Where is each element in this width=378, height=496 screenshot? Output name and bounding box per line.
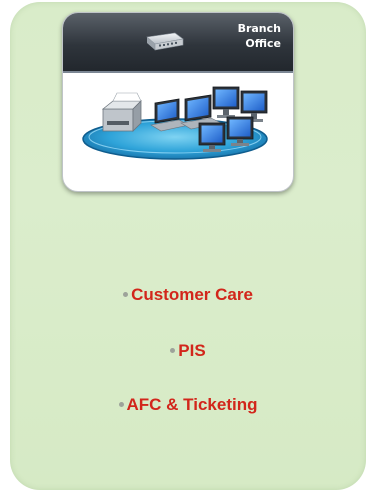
card-title: Branch Office [237,22,281,50]
branch-office-card: Branch Office [62,12,294,192]
list-item-label: Customer Care [131,285,253,304]
list-item: PIS [10,340,366,362]
card-header: Branch Office [63,13,293,73]
monitor-icon [212,86,240,118]
printer-icon [101,92,142,132]
list-item-label: AFC & Ticketing [126,395,258,414]
bullet-dot-icon [123,292,129,298]
list-item: AFC & Ticketing [10,394,366,416]
router-icon [146,32,184,51]
laptop-icon [150,98,190,132]
bullet-dot-icon [118,402,124,408]
bullet-dot-icon [170,348,176,354]
list-item: Customer Care [10,284,366,306]
list-item-label: PIS [178,341,206,360]
branch-network-illustration [82,86,268,160]
